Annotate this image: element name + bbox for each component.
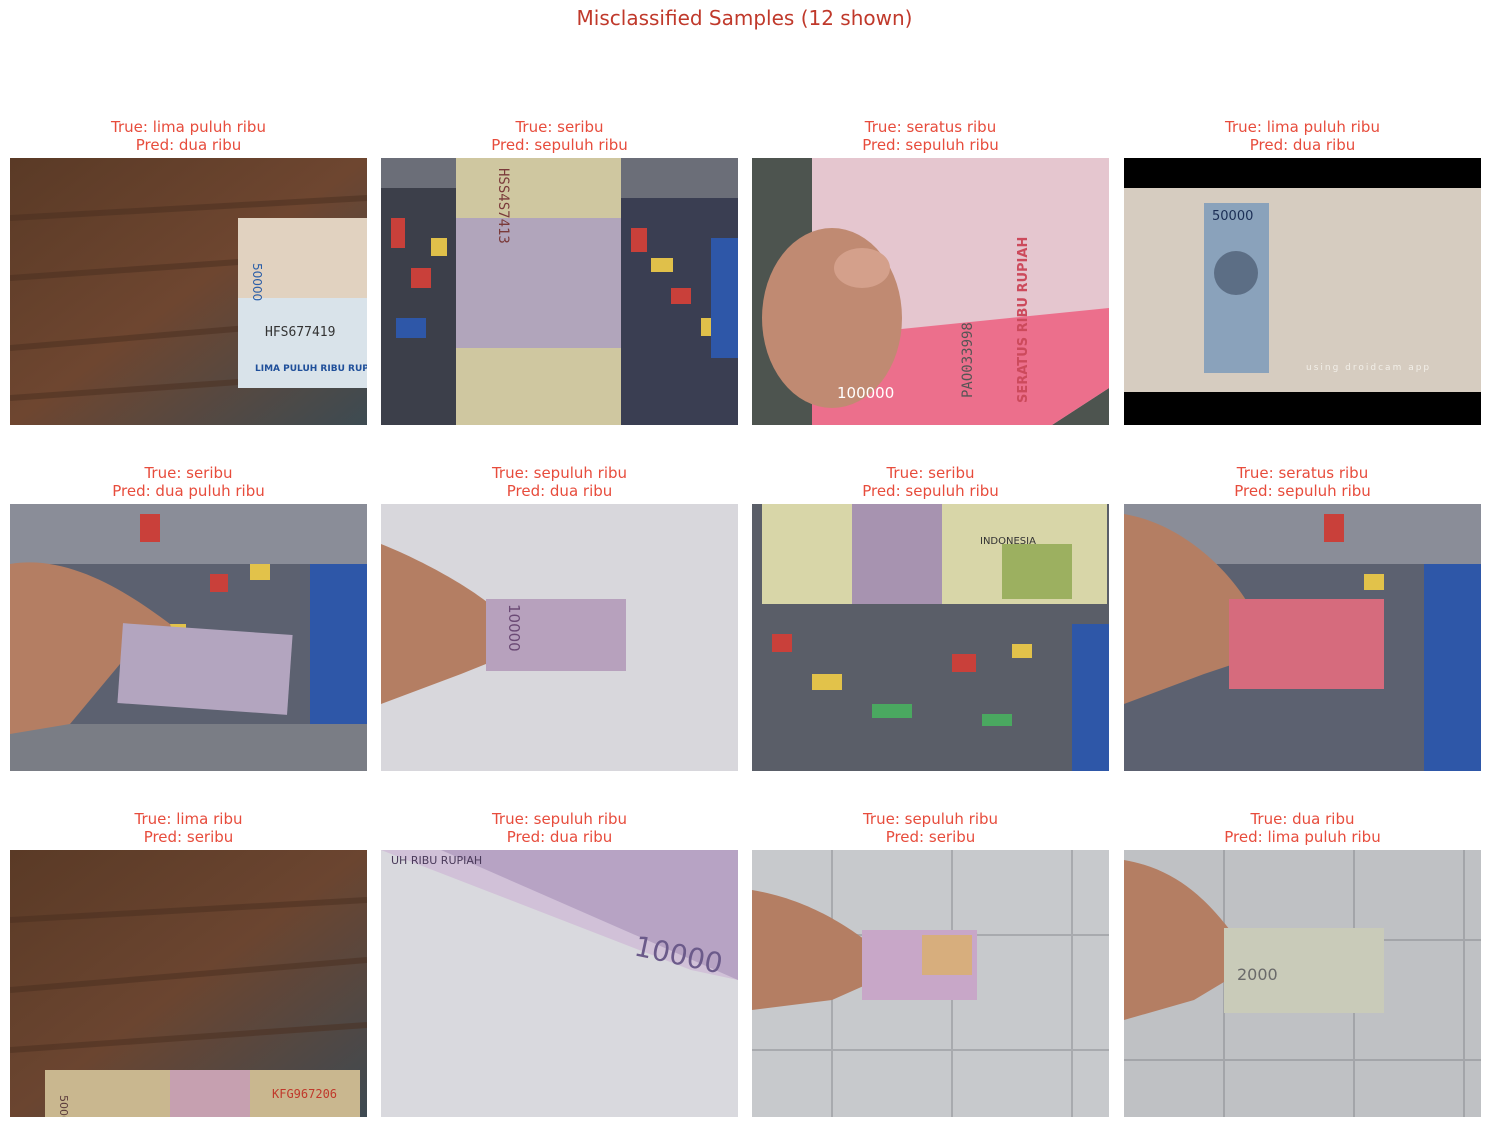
note-serial: HSS4S7413: [495, 168, 511, 244]
sample-image: [10, 504, 367, 771]
pred-label: Pred: lima puluh ribu: [1224, 828, 1381, 846]
true-label: True: lima puluh ribu: [1225, 118, 1380, 136]
true-label: True: dua ribu: [1250, 810, 1355, 828]
pred-label: Pred: dua ribu: [506, 828, 613, 846]
note-caption: SERATUS RIBU RUPIAH: [1016, 237, 1031, 403]
sample-image: 10000: [381, 504, 738, 771]
sample-title: True: sepuluh ribu Pred: seribu: [752, 810, 1109, 848]
true-label: True: sepuluh ribu: [491, 810, 628, 828]
note-denomination: 50000: [250, 263, 264, 301]
note-serial: KFG967206: [272, 1087, 337, 1101]
pred-label: Pred: seribu: [885, 828, 976, 846]
figure-title: Misclassified Samples (12 shown): [576, 6, 913, 30]
sample-title: True: dua ribu Pred: lima puluh ribu: [1124, 810, 1481, 848]
true-label: True: sepuluh ribu: [491, 464, 628, 482]
watermark: using droidcam app: [1306, 363, 1431, 373]
pred-label: Pred: dua ribu: [506, 482, 613, 500]
sample-image: [1124, 504, 1481, 771]
sample-image: HSS4S7413: [381, 158, 738, 425]
sample-title: True: seribu Pred: sepuluh ribu: [381, 118, 738, 156]
sample-image: 50000 using droidcam app: [1124, 158, 1481, 425]
sample-title: True: lima puluh ribu Pred: dua ribu: [1124, 118, 1481, 156]
sample-title: True: sepuluh ribu Pred: dua ribu: [381, 464, 738, 502]
sample-image: UH RIBU RUPIAH 10000: [381, 850, 738, 1117]
pred-label: Pred: sepuluh ribu: [862, 136, 999, 154]
note-denomination: 5000: [57, 1095, 70, 1117]
sample-image: 100000 PAO033998 SERATUS RIBU RUPIAH: [752, 158, 1109, 425]
sample-image: 5000 KFG967206: [10, 850, 367, 1117]
pred-label: Pred: dua puluh ribu: [112, 482, 265, 500]
pred-label: Pred: dua ribu: [1249, 136, 1356, 154]
sample-title: True: lima ribu Pred: seribu: [10, 810, 367, 848]
sample-title: True: seribu Pred: sepuluh ribu: [752, 464, 1109, 502]
true-label: True: seratus ribu: [1236, 464, 1369, 482]
pred-label: Pred: sepuluh ribu: [862, 482, 999, 500]
note-serial: HFS677419: [265, 325, 335, 340]
sample-title: True: lima puluh ribu Pred: dua ribu: [10, 118, 367, 156]
sample-image: [752, 850, 1109, 1117]
note-caption: UH RIBU RUPIAH: [391, 854, 482, 867]
sample-image: 2000: [1124, 850, 1481, 1117]
true-label: True: lima puluh ribu: [111, 118, 266, 136]
note-denomination: 100000: [837, 384, 894, 402]
sample-title: True: sepuluh ribu Pred: dua ribu: [381, 810, 738, 848]
pred-label: Pred: seribu: [143, 828, 234, 846]
sample-title: True: seratus ribu Pred: sepuluh ribu: [1124, 464, 1481, 502]
true-label: True: seratus ribu: [864, 118, 997, 136]
pred-label: Pred: sepuluh ribu: [1234, 482, 1371, 500]
true-label: True: seribu: [144, 464, 233, 482]
true-label: True: seribu: [886, 464, 975, 482]
true-label: True: lima ribu: [134, 810, 243, 828]
sample-image: INDONESIA: [752, 504, 1109, 771]
sample-title: True: seribu Pred: dua puluh ribu: [10, 464, 367, 502]
sample-title: True: seratus ribu Pred: sepuluh ribu: [752, 118, 1109, 156]
note-denomination: 10000: [505, 604, 523, 652]
note-caption: LIMA PULUH RIBU RUPIAH: [255, 364, 367, 374]
true-label: True: sepuluh ribu: [862, 810, 999, 828]
note-caption: INDONESIA: [980, 536, 1036, 547]
pred-label: Pred: sepuluh ribu: [491, 136, 628, 154]
sample-image: 50000 HFS677419 LIMA PULUH RIBU RUPIAH: [10, 158, 367, 425]
note-denomination: 50000: [1212, 209, 1253, 224]
note-serial: PAO033998: [960, 322, 976, 398]
note-denomination: 2000: [1237, 965, 1278, 984]
true-label: True: seribu: [515, 118, 604, 136]
pred-label: Pred: dua ribu: [135, 136, 242, 154]
